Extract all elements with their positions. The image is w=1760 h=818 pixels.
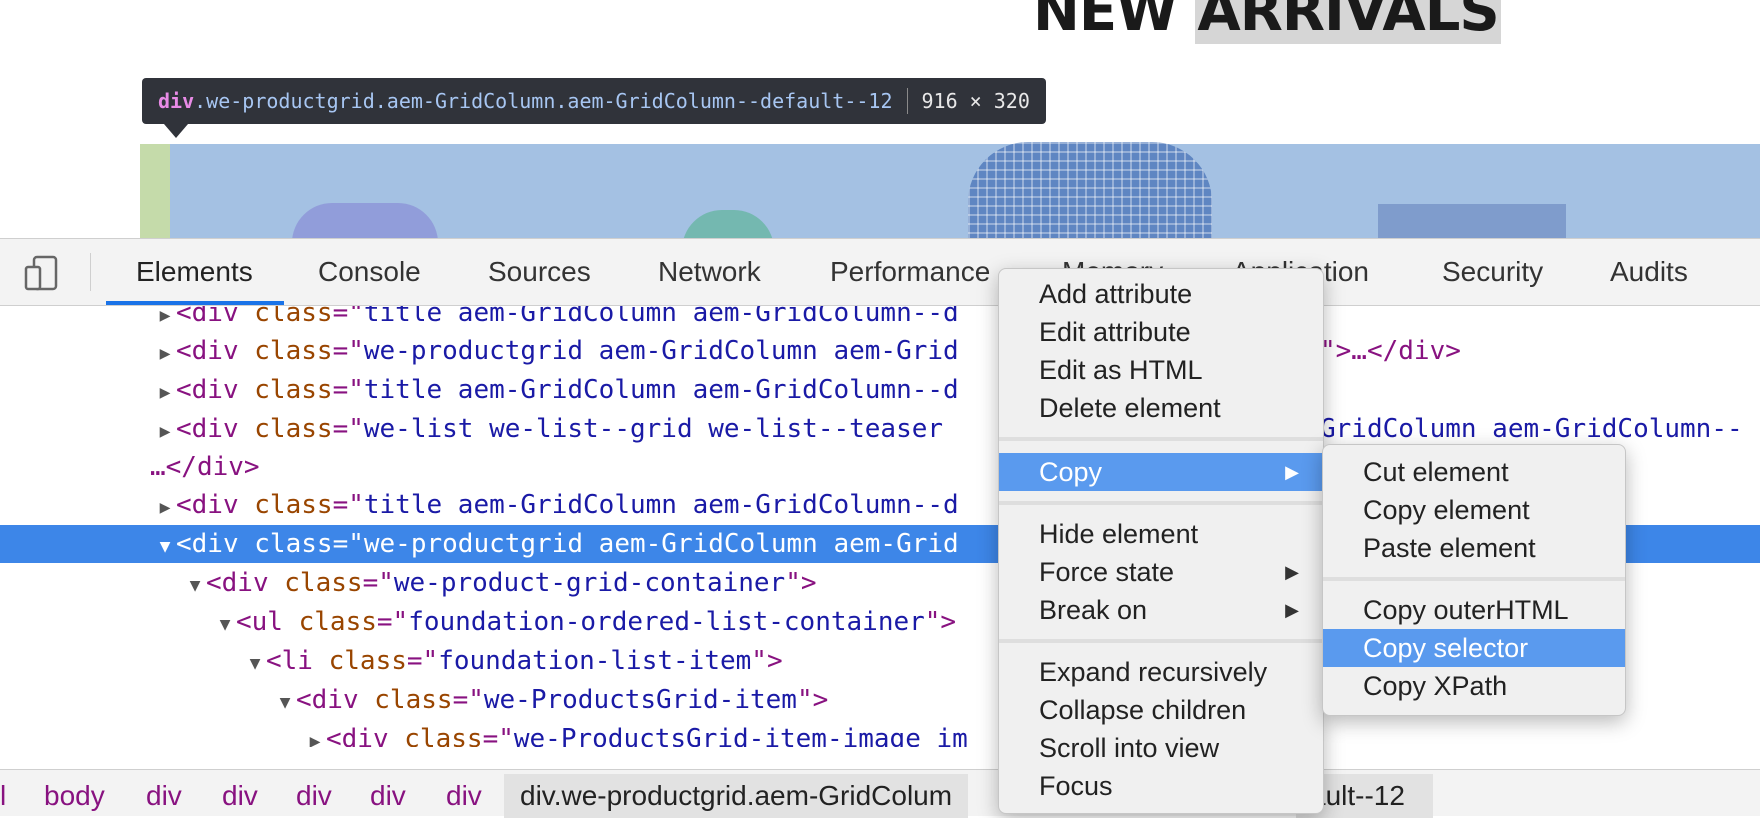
menu-separator: [999, 437, 1323, 441]
dom-node[interactable]: ▶ <div class="title aem-GridColumn aem-Gr…: [0, 306, 1760, 332]
menu-item-copy-selector[interactable]: Copy selector: [1323, 629, 1625, 667]
devtools-tabbar: Elements Console Sources Network Perform…: [0, 239, 1760, 306]
menu-item-copy-outerhtml[interactable]: Copy outerHTML: [1323, 591, 1625, 629]
tab-audits[interactable]: Audits: [1610, 239, 1688, 305]
dom-node[interactable]: ▶ <div class="we-ProductsGrid-item-image …: [0, 720, 1760, 747]
menu-item-copy[interactable]: Copy ▶: [999, 453, 1323, 491]
tab-performance[interactable]: Performance: [830, 239, 990, 305]
page-heading: NEW ARRIVALS: [1033, 0, 1501, 44]
menu-item-scroll-into-view[interactable]: Scroll into view: [999, 729, 1323, 767]
menu-item-copy-xpath[interactable]: Copy XPath: [1323, 667, 1625, 705]
breadcrumb: l body div div div div div div.we-produc…: [0, 769, 1760, 818]
submenu-arrow-icon: ▶: [1285, 462, 1299, 482]
menu-item-delete-element[interactable]: Delete element: [999, 389, 1323, 427]
tab-network[interactable]: Network: [658, 239, 761, 305]
breadcrumb-item[interactable]: div: [146, 774, 182, 818]
menu-item-edit-attribute[interactable]: Edit attribute: [999, 313, 1323, 351]
breadcrumb-item[interactable]: div: [222, 774, 258, 818]
expand-triangle-icon[interactable]: ▶: [154, 413, 176, 451]
tab-elements[interactable]: Elements: [136, 239, 253, 305]
active-tab-indicator: [106, 301, 284, 305]
tabbar-separator: [90, 253, 91, 291]
menu-item-edit-as-html[interactable]: Edit as HTML: [999, 351, 1323, 389]
submenu-arrow-icon: ▶: [1285, 600, 1299, 620]
submenu-arrow-icon: ▶: [1285, 562, 1299, 582]
page-heading-highlight: ARRIVALS: [1195, 0, 1501, 44]
collapse-triangle-icon[interactable]: ▼: [214, 606, 236, 644]
menu-item-add-attribute[interactable]: Add attribute: [999, 275, 1323, 313]
inspect-margin-overlay: [140, 144, 170, 238]
inspected-page: NEW ARRIVALS div .we-productgrid.aem-Grid…: [0, 0, 1760, 238]
menu-item-expand-recursively[interactable]: Expand recursively: [999, 653, 1323, 691]
menu-item-focus[interactable]: Focus: [999, 767, 1323, 805]
tooltip-size: 916 × 320: [921, 89, 1030, 113]
menu-item-cut-element[interactable]: Cut element: [1323, 453, 1625, 491]
menu-separator: [1323, 577, 1625, 581]
menu-item-paste-element[interactable]: Paste element: [1323, 529, 1625, 567]
tooltip-tag: div: [158, 89, 195, 113]
breadcrumb-item[interactable]: div: [296, 774, 332, 818]
element-tooltip: div .we-productgrid.aem-GridColumn.aem-Gr…: [142, 78, 1046, 124]
tooltip-divider: [906, 88, 908, 114]
tab-console[interactable]: Console: [318, 239, 421, 305]
menu-item-copy-element[interactable]: Copy element: [1323, 491, 1625, 529]
tooltip-arrow: [164, 124, 188, 138]
expand-triangle-icon[interactable]: ▶: [304, 723, 326, 747]
dom-node[interactable]: ▶ <div class="title aem-GridColumn aem-Gr…: [0, 371, 1760, 409]
tooltip-classes: .we-productgrid.aem-GridColumn.aem-GridC…: [194, 89, 893, 113]
menu-item-hide-element[interactable]: Hide element: [999, 515, 1323, 553]
expand-triangle-icon[interactable]: ▶: [154, 335, 176, 373]
collapse-triangle-icon[interactable]: ▼: [244, 645, 266, 683]
breadcrumb-item[interactable]: body: [44, 774, 105, 818]
menu-item-force-state[interactable]: Force state ▶: [999, 553, 1323, 591]
dom-node[interactable]: ▶ <div class="we-list we-list--grid we-li…: [0, 410, 1760, 448]
context-menu: Add attribute Edit attribute Edit as HTM…: [998, 268, 1324, 814]
breadcrumb-item[interactable]: l: [0, 774, 6, 818]
copy-submenu: Cut element Copy element Paste element C…: [1322, 444, 1626, 716]
expand-triangle-icon[interactable]: ▶: [154, 489, 176, 527]
menu-item-collapse-children[interactable]: Collapse children: [999, 691, 1323, 729]
collapse-triangle-icon[interactable]: ▼: [154, 528, 176, 566]
tab-security[interactable]: Security: [1442, 239, 1543, 305]
menu-separator: [999, 501, 1323, 505]
menu-separator: [999, 639, 1323, 643]
collapse-triangle-icon[interactable]: ▼: [184, 567, 206, 605]
product-image-jeans: [1378, 204, 1566, 238]
product-image-hoodie: [292, 203, 438, 238]
breadcrumb-item[interactable]: div: [446, 774, 482, 818]
product-image-shirt: [968, 142, 1212, 238]
breadcrumb-item-active[interactable]: div.we-productgrid.aem-GridColum: [504, 774, 969, 818]
breadcrumb-item[interactable]: div: [370, 774, 406, 818]
collapse-triangle-icon[interactable]: ▼: [274, 684, 296, 722]
tab-sources[interactable]: Sources: [488, 239, 591, 305]
expand-triangle-icon[interactable]: ▶: [154, 374, 176, 412]
collapse-triangle-icon[interactable]: ▶: [154, 306, 176, 335]
device-toolbar-icon[interactable]: [22, 253, 62, 293]
dom-node[interactable]: ▶ <div class="we-productgrid aem-GridColu…: [0, 332, 1760, 370]
menu-item-break-on[interactable]: Break on ▶: [999, 591, 1323, 629]
